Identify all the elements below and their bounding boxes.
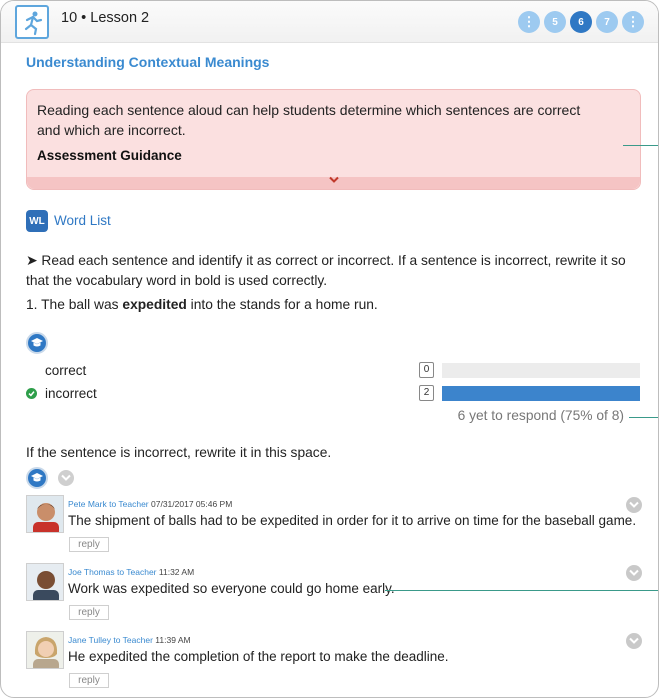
word-list-link[interactable]: Word List xyxy=(54,213,111,228)
lesson-header: 10 • Lesson 2 ⋮ 5 6 7 ⋮ xyxy=(1,1,658,43)
answer-row-correct: correct 0 xyxy=(26,362,646,380)
page-6-button[interactable]: 6 xyxy=(570,11,592,33)
page-more-next-button[interactable]: ⋮ xyxy=(622,11,644,33)
guidance-pointer-line xyxy=(623,145,658,146)
response-timestamp: 07/31/2017 05:46 PM xyxy=(151,499,233,509)
page-more-prev-button[interactable]: ⋮ xyxy=(518,11,540,33)
response-text: Work was expedited so everyone could go … xyxy=(68,581,395,596)
check-icon xyxy=(26,388,37,399)
page-navigation: ⋮ 5 6 7 ⋮ xyxy=(518,11,644,33)
answer-label: correct xyxy=(45,363,87,378)
chevron-down-icon[interactable] xyxy=(58,470,74,486)
word-list-badge[interactable]: WL xyxy=(26,210,48,232)
assessment-guidance-panel[interactable]: Reading each sentence aloud can help stu… xyxy=(26,89,641,190)
reply-button[interactable]: reply xyxy=(69,605,109,620)
chevron-down-icon[interactable] xyxy=(626,497,642,513)
response-author: Jane Tulley to Teacher xyxy=(68,635,153,645)
rewrite-prompt: If the sentence is incorrect, rewrite it… xyxy=(26,445,332,460)
reply-button[interactable]: reply xyxy=(69,673,109,688)
avatar xyxy=(26,631,64,669)
avatar xyxy=(26,495,64,533)
answer-row-incorrect: incorrect 2 xyxy=(26,385,646,403)
response-text: He expedited the completion of the repor… xyxy=(68,649,449,664)
teacher-cap-icon[interactable] xyxy=(26,467,48,489)
question-suffix: into the stands for a home run. xyxy=(186,297,378,312)
question-text: 1. The ball was expedited into the stand… xyxy=(26,297,378,312)
answer-bar-track xyxy=(442,363,640,378)
chevron-down-icon[interactable] xyxy=(626,633,642,649)
chevron-down-icon[interactable] xyxy=(626,565,642,581)
answer-label: incorrect xyxy=(45,386,97,401)
instructions-text: ➤ Read each sentence and identify it as … xyxy=(26,253,626,288)
reply-button[interactable]: reply xyxy=(69,537,109,552)
respond-summary[interactable]: 6 yet to respond (75% of 8) xyxy=(458,408,624,423)
page-7-button[interactable]: 7 xyxy=(596,11,618,33)
avatar xyxy=(26,563,64,601)
guidance-heading: Assessment Guidance xyxy=(37,148,182,163)
respond-pointer-line xyxy=(629,417,658,418)
vocabulary-word: expedited xyxy=(122,297,187,312)
guidance-expand-bar[interactable] xyxy=(27,176,640,189)
guidance-text: Reading each sentence aloud can help stu… xyxy=(37,102,581,138)
student-response: Jane Tulley to Teacher 11:39 AM He exped… xyxy=(26,631,646,691)
response-author: Joe Thomas to Teacher xyxy=(68,567,157,577)
answer-bar-fill xyxy=(442,386,640,401)
response-meta: Pete Mark to Teacher 07/31/2017 05:46 PM xyxy=(68,499,232,509)
section-title: Understanding Contextual Meanings xyxy=(26,54,270,70)
response-meta: Jane Tulley to Teacher 11:39 AM xyxy=(68,635,191,645)
student-response: Pete Mark to Teacher 07/31/2017 05:46 PM… xyxy=(26,495,646,555)
response-author: Pete Mark to Teacher xyxy=(68,499,149,509)
answer-bar-track xyxy=(442,386,640,401)
response-timestamp: 11:32 AM xyxy=(158,567,195,577)
student-response: Joe Thomas to Teacher 11:32 AM Work was … xyxy=(26,563,646,623)
response-pointer-line xyxy=(385,590,658,591)
lesson-frame: 10 • Lesson 2 ⋮ 5 6 7 ⋮ Understanding Co… xyxy=(0,0,659,698)
answer-count: 2 xyxy=(419,385,434,401)
response-timestamp: 11:39 AM xyxy=(155,635,191,645)
lesson-title: 10 • Lesson 2 xyxy=(61,10,150,26)
question-prefix: 1. The ball was xyxy=(26,297,123,312)
response-text: The shipment of balls had to be expedite… xyxy=(68,513,637,528)
answer-count: 0 xyxy=(419,362,434,378)
teacher-cap-icon[interactable] xyxy=(26,332,48,354)
lesson-runner-icon xyxy=(15,5,49,39)
response-meta: Joe Thomas to Teacher 11:32 AM xyxy=(68,567,194,577)
page-5-button[interactable]: 5 xyxy=(544,11,566,33)
chevron-down-icon xyxy=(328,176,339,183)
